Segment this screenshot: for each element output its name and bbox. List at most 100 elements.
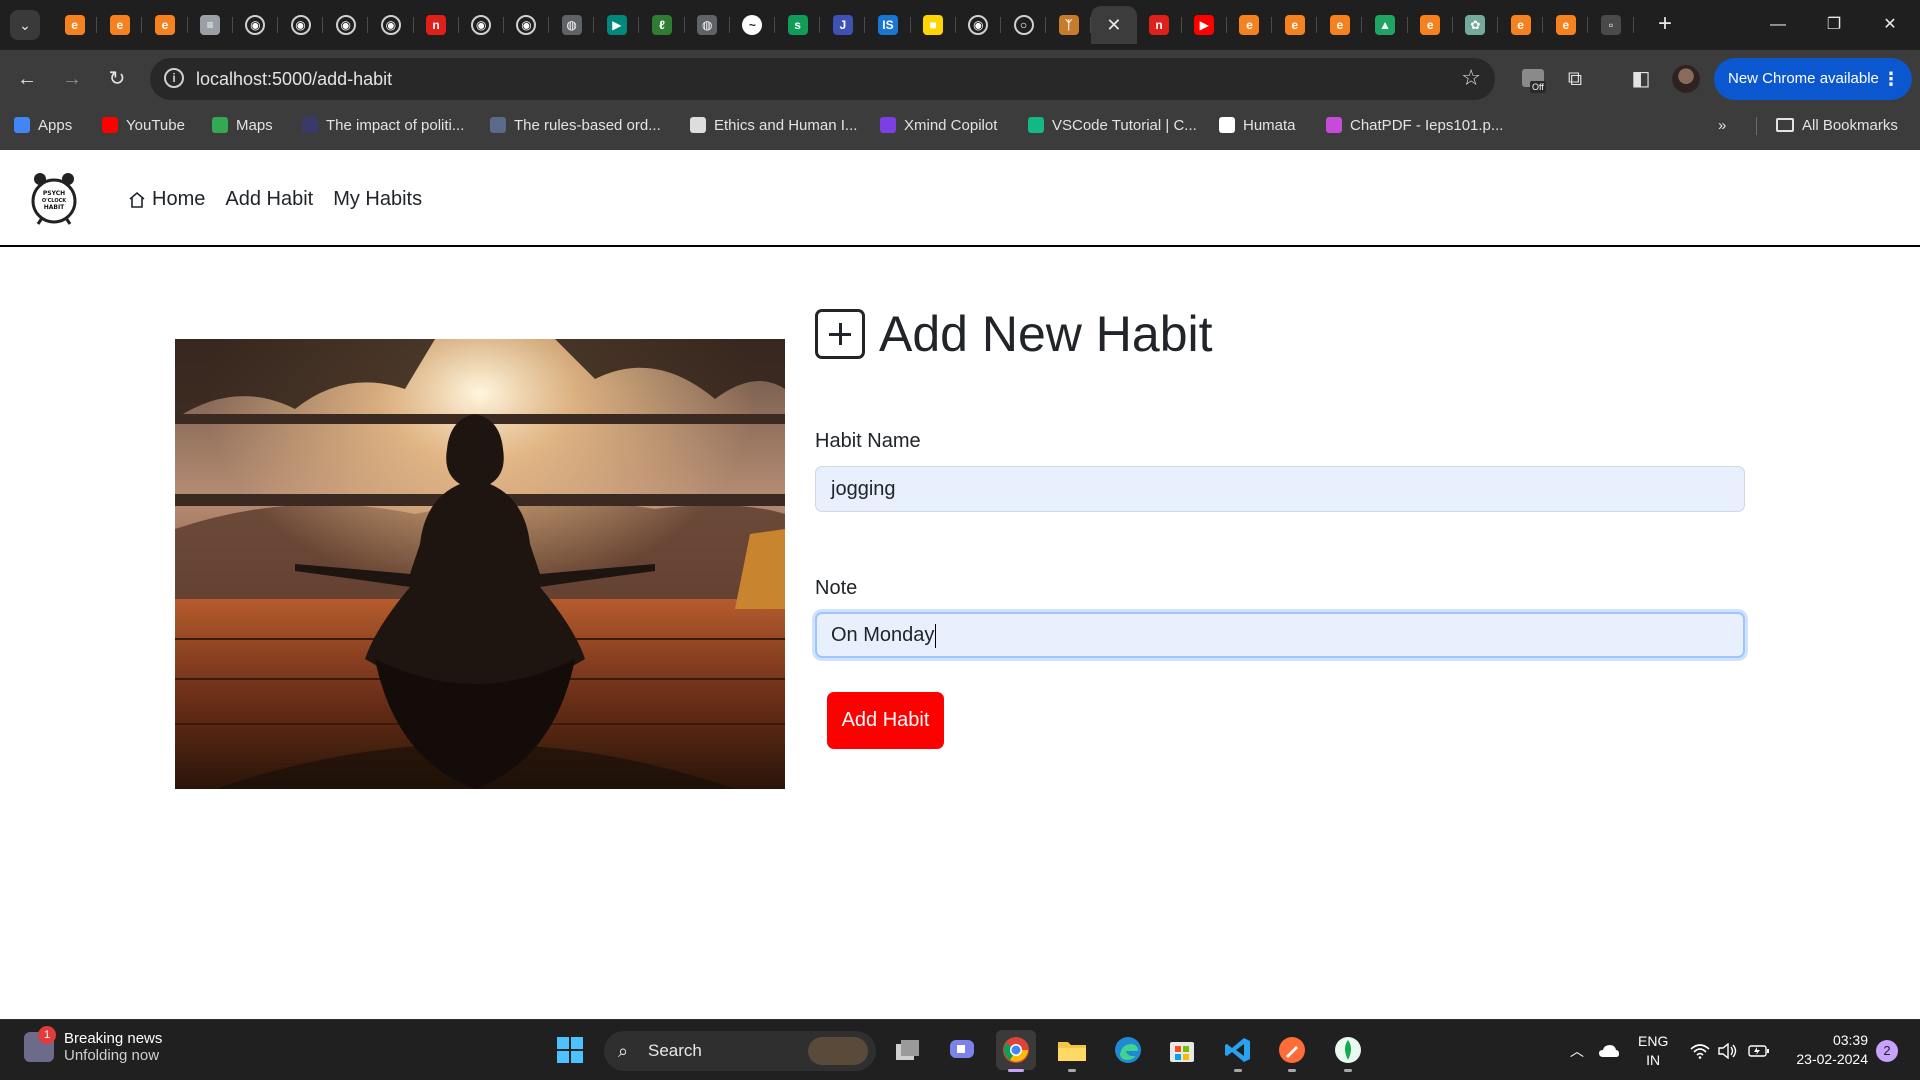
bookmark-label: Apps bbox=[38, 116, 73, 134]
profile-avatar[interactable] bbox=[1672, 65, 1700, 93]
note-input[interactable]: On Monday bbox=[815, 612, 1745, 658]
note-value: On Monday bbox=[831, 624, 935, 646]
microsoft-store-icon[interactable] bbox=[1162, 1030, 1202, 1070]
maps-pin-icon bbox=[212, 117, 228, 133]
bookmark-item[interactable]: Humata bbox=[1219, 108, 1296, 142]
bookmark-item[interactable]: YouTube bbox=[102, 108, 185, 142]
notification-center-badge[interactable]: 2 bbox=[1876, 1040, 1898, 1062]
browser-tab[interactable]: ◉ bbox=[368, 6, 414, 44]
mongodb-compass-icon[interactable] bbox=[1328, 1030, 1368, 1072]
bookmark-item[interactable]: Ethics and Human I... bbox=[690, 108, 857, 142]
nav-home-link[interactable]: Home bbox=[128, 188, 205, 211]
browser-tab[interactable]: J bbox=[820, 6, 866, 44]
postman-icon[interactable] bbox=[1272, 1030, 1312, 1072]
system-clock[interactable]: 03:39 23-02-2024 bbox=[1778, 1031, 1868, 1069]
bookmark-item[interactable]: ChatPDF - Ieps101.p... bbox=[1326, 108, 1503, 142]
browser-tab[interactable]: ▶ bbox=[594, 6, 640, 44]
bookmark-item[interactable]: The rules-based ord... bbox=[490, 108, 661, 142]
bookmark-star-icon[interactable]: ☆ bbox=[1461, 65, 1481, 91]
close-window-button[interactable]: ✕ bbox=[1862, 0, 1918, 50]
browser-tab[interactable]: e bbox=[142, 6, 188, 44]
new-tab-button[interactable]: + bbox=[1650, 10, 1680, 40]
news-widget[interactable]: 1 Breaking news Unfolding now bbox=[24, 1026, 162, 1064]
browser-tab[interactable]: ✿ bbox=[1453, 6, 1499, 44]
browser-tab[interactable]: e bbox=[1498, 6, 1544, 44]
browser-tab[interactable]: ◉ bbox=[504, 6, 550, 44]
browser-tab[interactable]: ◍ bbox=[549, 6, 595, 44]
alarm-clock-logo-icon[interactable]: PSYCH O'CLOCK HABIT bbox=[30, 170, 78, 226]
browser-tab[interactable]: ▫ bbox=[1588, 6, 1634, 44]
onedrive-cloud-icon[interactable] bbox=[1598, 1020, 1620, 1081]
more-menu-icon[interactable]: ⋮ bbox=[1882, 58, 1900, 100]
minimize-window-button[interactable]: — bbox=[1750, 0, 1806, 50]
browser-tab[interactable]: ◉ bbox=[323, 6, 369, 44]
address-bar[interactable]: i localhost:5000/add-habit ☆ bbox=[150, 58, 1495, 100]
chrome-taskbar-icon[interactable] bbox=[996, 1030, 1036, 1072]
forward-arrow-icon[interactable]: → bbox=[57, 64, 87, 94]
reload-icon[interactable]: ↻ bbox=[102, 64, 132, 94]
teams-chat-icon[interactable] bbox=[942, 1030, 982, 1070]
site-info-icon[interactable]: i bbox=[164, 68, 184, 88]
browser-tab[interactable]: ◉ bbox=[459, 6, 505, 44]
language-line2: IN bbox=[1646, 1051, 1661, 1068]
browser-tab[interactable]: ~ bbox=[730, 6, 776, 44]
browser-tab[interactable]: ◉ bbox=[278, 6, 324, 44]
browser-tab[interactable]: ▶ bbox=[1182, 6, 1228, 44]
taskbar-search-box[interactable]: ⌕ Search bbox=[604, 1031, 876, 1071]
browser-tab[interactable]: e bbox=[1227, 6, 1273, 44]
all-bookmarks-button[interactable]: All Bookmarks bbox=[1776, 108, 1898, 142]
bookmark-item[interactable]: Xmind Copilot bbox=[880, 108, 997, 142]
browser-tab[interactable]: ○ bbox=[1001, 6, 1047, 44]
url-text[interactable]: localhost:5000/add-habit bbox=[196, 69, 392, 90]
browser-tab[interactable]: e bbox=[52, 6, 98, 44]
volume-icon[interactable] bbox=[1718, 1020, 1738, 1081]
browser-tab[interactable]: ℓ bbox=[639, 6, 685, 44]
browser-tab[interactable]: ◉ bbox=[956, 6, 1002, 44]
language-indicator[interactable]: ENG IN bbox=[1638, 1020, 1668, 1081]
edge-browser-icon[interactable] bbox=[1108, 1030, 1148, 1070]
browser-tab[interactable]: e bbox=[1408, 6, 1454, 44]
bookmark-item[interactable]: Apps bbox=[14, 108, 72, 142]
tab-search-chevron-icon[interactable]: ⌄ bbox=[10, 10, 40, 40]
bookmark-item[interactable]: VSCode Tutorial | C... bbox=[1028, 108, 1197, 142]
habit-name-input[interactable]: jogging bbox=[815, 466, 1745, 512]
wifi-icon[interactable] bbox=[1690, 1020, 1710, 1081]
doc-icon: ≡ bbox=[200, 15, 221, 35]
back-arrow-icon[interactable]: ← bbox=[12, 64, 42, 94]
browser-tab[interactable]: ■ bbox=[911, 6, 956, 44]
restore-window-button[interactable]: ❐ bbox=[1806, 0, 1862, 50]
browser-tab[interactable]: ◉ bbox=[233, 6, 279, 44]
nav-my-habits-link[interactable]: My Habits bbox=[333, 188, 422, 211]
browser-tab[interactable]: ◍ bbox=[685, 6, 731, 44]
browser-tab[interactable]: ▲ bbox=[1362, 6, 1408, 44]
battery-icon[interactable] bbox=[1748, 1020, 1770, 1081]
browser-tab[interactable]: ᛉ bbox=[1046, 6, 1092, 44]
browser-tab[interactable]: e bbox=[97, 6, 143, 44]
browser-tab[interactable]: n bbox=[1137, 6, 1182, 44]
side-panel-icon[interactable]: ◧ bbox=[1626, 64, 1656, 94]
more-bookmarks-chevron-icon[interactable]: » bbox=[1718, 108, 1726, 142]
browser-tab[interactable]: s bbox=[775, 6, 821, 44]
bookmark-item[interactable]: The impact of politi... bbox=[302, 108, 464, 142]
sheet-icon: s bbox=[787, 15, 808, 35]
extension-off-icon[interactable]: Off bbox=[1518, 64, 1548, 94]
vscode-icon[interactable] bbox=[1218, 1030, 1258, 1072]
browser-tab[interactable]: e bbox=[1317, 6, 1363, 44]
browser-tab[interactable]: n bbox=[414, 6, 459, 44]
browser-tab[interactable]: ≡ bbox=[188, 6, 233, 44]
browser-tab[interactable]: e bbox=[1543, 6, 1589, 44]
close-icon[interactable]: ✕ bbox=[1104, 15, 1124, 35]
nav-add-habit-link[interactable]: Add Habit bbox=[225, 188, 313, 211]
browser-tab[interactable]: IS bbox=[865, 6, 911, 44]
task-view-icon[interactable] bbox=[888, 1030, 928, 1070]
bookmark-label: Ethics and Human I... bbox=[714, 116, 858, 134]
bookmark-item[interactable]: Maps bbox=[212, 108, 273, 142]
tab-active[interactable]: ✕ bbox=[1091, 6, 1137, 44]
add-habit-button[interactable]: Add Habit bbox=[827, 692, 944, 749]
extensions-puzzle-icon[interactable]: ⧉ bbox=[1560, 64, 1590, 94]
windows-start-icon[interactable] bbox=[550, 1030, 590, 1070]
new-chrome-available-button[interactable]: New Chrome available ⋮ bbox=[1714, 58, 1912, 100]
file-explorer-icon[interactable] bbox=[1052, 1030, 1092, 1072]
browser-tab[interactable]: e bbox=[1272, 6, 1318, 44]
show-hidden-icons-chevron-icon[interactable]: ︿ bbox=[1570, 1020, 1584, 1081]
